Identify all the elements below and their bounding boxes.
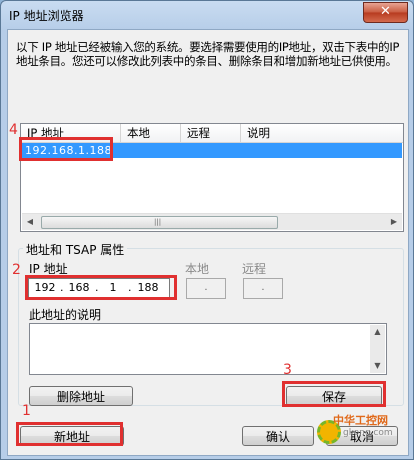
watermark-site: gkong.com xyxy=(343,428,393,438)
description-textarea[interactable]: ▲ ▼ xyxy=(29,323,387,375)
column-header-note[interactable]: 说明 xyxy=(241,124,403,142)
local-label: 本地 xyxy=(185,262,210,276)
ok-button[interactable]: 确认 xyxy=(242,426,314,446)
column-header-remote[interactable]: 远程 xyxy=(181,124,241,142)
annotation-box-save xyxy=(282,381,386,407)
scroll-right-icon[interactable]: ▶ xyxy=(386,214,402,230)
close-button[interactable]: ✕ xyxy=(363,2,408,23)
horizontal-scrollbar[interactable]: ◀ ||| ▶ xyxy=(22,213,402,230)
instructions-text: 以下 IP 地址已经被输入您的系统。要选择需要使用的IP地址，双击下表中的IP地… xyxy=(16,40,400,68)
scroll-up-icon[interactable]: ▲ xyxy=(370,325,385,339)
scroll-thumb[interactable]: ||| xyxy=(41,216,278,229)
annotation-box-ip-entry xyxy=(19,137,113,161)
description-label: 此地址的说明 xyxy=(29,308,102,322)
annotation-step-2: 2 xyxy=(12,262,21,278)
watermark-title: 中华工控网 xyxy=(333,414,388,427)
remote-tsap-input[interactable]: . xyxy=(243,278,283,299)
local-tsap-input[interactable]: . xyxy=(186,278,226,299)
annotation-step-4: 4 xyxy=(9,122,18,138)
grip-icon: ||| xyxy=(154,218,162,226)
window-title: IP 地址浏览器 xyxy=(9,9,84,23)
annotation-box-new-address xyxy=(16,422,123,446)
delete-address-button[interactable]: 删除地址 xyxy=(29,386,133,406)
annotation-box-ip-input xyxy=(25,275,177,300)
remote-label: 远程 xyxy=(242,262,267,276)
group-legend: 地址和 TSAP 属性 xyxy=(23,241,128,258)
annotation-step-1: 1 xyxy=(22,403,31,419)
scroll-left-icon[interactable]: ◀ xyxy=(22,214,38,230)
annotation-step-3: 3 xyxy=(283,362,292,378)
scroll-down-icon[interactable]: ▼ xyxy=(370,359,385,373)
close-icon[interactable]: ✕ xyxy=(380,4,391,19)
ip-address-browser-window: IP 地址浏览器 ✕ 以下 IP 地址已经被输入您的系统。要选择需要使用的IP地… xyxy=(0,0,414,460)
column-header-local[interactable]: 本地 xyxy=(121,124,181,142)
vertical-scrollbar[interactable]: ▲ ▼ xyxy=(370,325,385,373)
title-bar: IP 地址浏览器 ✕ xyxy=(1,1,413,29)
